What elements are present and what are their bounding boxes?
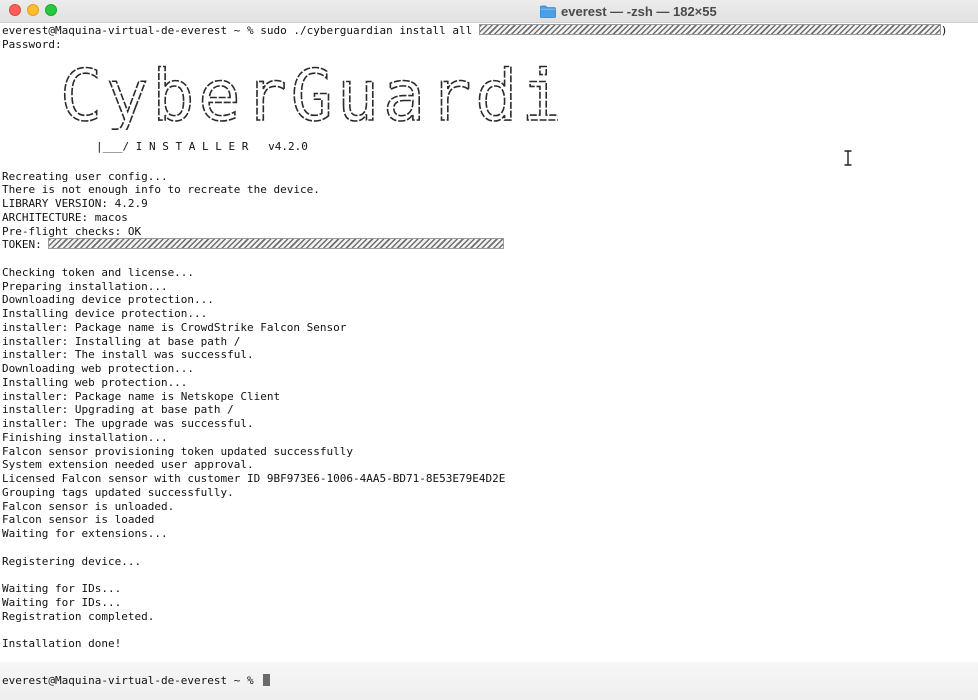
window-title-group: everest — -zsh — 182×55: [540, 0, 717, 22]
banner-word: CyberGuardian: [60, 62, 558, 130]
token-label: TOKEN:: [2, 238, 49, 252]
output-block-config: Recreating user config... There is not en…: [2, 170, 976, 239]
command-tail: ): [940, 24, 948, 37]
output-line: There is not enough info to recreate the…: [2, 183, 320, 197]
redacted-token: [48, 238, 505, 250]
ascii-banner: CyberGuardian |___/ I N S T A L L E R v4…: [58, 62, 578, 158]
final-prompt: everest@Maquina-virtual-de-everest ~ %: [2, 674, 261, 687]
output-line: installer: Installing at base path /: [2, 334, 241, 348]
minimize-window-button[interactable]: [27, 4, 39, 16]
output-line: Finishing installation...: [2, 430, 168, 444]
title-bar[interactable]: everest — -zsh — 182×55: [0, 0, 978, 23]
output-line: Falcon sensor provisioning token updated…: [2, 444, 353, 458]
banner-subtitle: |___/ I N S T A L L E R v4.2.0: [96, 139, 308, 153]
output-line: Falcon sensor is loaded: [2, 513, 155, 527]
terminal-caret: [263, 674, 271, 686]
output-line: Waiting for IDs...: [2, 582, 122, 595]
output-line: Installing web protection...: [2, 375, 188, 389]
terminal-window: everest — -zsh — 182×55 everest@Maquina-…: [0, 0, 978, 700]
output-line: Installation done!: [2, 637, 122, 650]
maximize-window-button[interactable]: [45, 4, 57, 16]
final-prompt-line[interactable]: everest@Maquina-virtual-de-everest ~ %: [2, 674, 271, 688]
output-line: Pre-flight checks: OK: [2, 224, 142, 238]
prompt-area[interactable]: everest@Maquina-virtual-de-everest ~ %: [0, 662, 978, 700]
output-line: Preparing installation...: [2, 279, 168, 293]
output-line: Falcon sensor is unloaded.: [2, 499, 175, 513]
banner-logo-art: CyberGuardian: [59, 62, 558, 130]
redacted-arguments: [478, 24, 941, 35]
output-block-install: Checking token and license... Preparing i…: [2, 252, 976, 651]
output-line: Checking token and license...: [2, 265, 195, 279]
output-line: Registering device...: [2, 554, 142, 568]
output-line: Licensed Falcon sensor with customer ID …: [2, 472, 506, 485]
output-line: Recreating user config...: [2, 169, 168, 183]
output-line: Grouping tags updated successfully.: [2, 485, 234, 499]
folder-icon: [540, 5, 556, 18]
window-title: everest — -zsh — 182×55: [561, 3, 717, 19]
output-line: System extension needed user approval.: [2, 458, 254, 472]
output-line: LIBRARY VERSION: 4.2.9: [2, 197, 148, 210]
output-line: installer: Upgrading at base path /: [2, 403, 234, 417]
output-line: Downloading web protection...: [2, 362, 195, 375]
output-line: Waiting for IDs...: [2, 595, 122, 609]
text-cursor-icon: [844, 150, 852, 166]
output-line: installer: The install was successful.: [2, 348, 254, 362]
command-line: everest@Maquina-virtual-de-everest ~ % s…: [2, 24, 976, 38]
output-line: Waiting for extensions...: [2, 527, 168, 540]
output-line: ARCHITECTURE: macos: [2, 210, 128, 224]
close-window-button[interactable]: [9, 4, 21, 16]
output-line: Downloading device protection...: [2, 293, 214, 307]
token-line: TOKEN:: [2, 238, 976, 252]
terminal-output[interactable]: everest@Maquina-virtual-de-everest ~ % s…: [2, 24, 976, 676]
output-line: installer: Package name is CrowdStrike F…: [2, 320, 347, 334]
password-line: Password:: [2, 37, 62, 51]
output-line: installer: The upgrade was successful.: [2, 417, 254, 430]
command-text: everest@Maquina-virtual-de-everest ~ % s…: [2, 24, 479, 37]
output-line: installer: Package name is Netskope Clie…: [2, 389, 281, 403]
output-line: Installing device protection...: [2, 307, 208, 320]
output-line: Registration completed.: [2, 609, 155, 623]
